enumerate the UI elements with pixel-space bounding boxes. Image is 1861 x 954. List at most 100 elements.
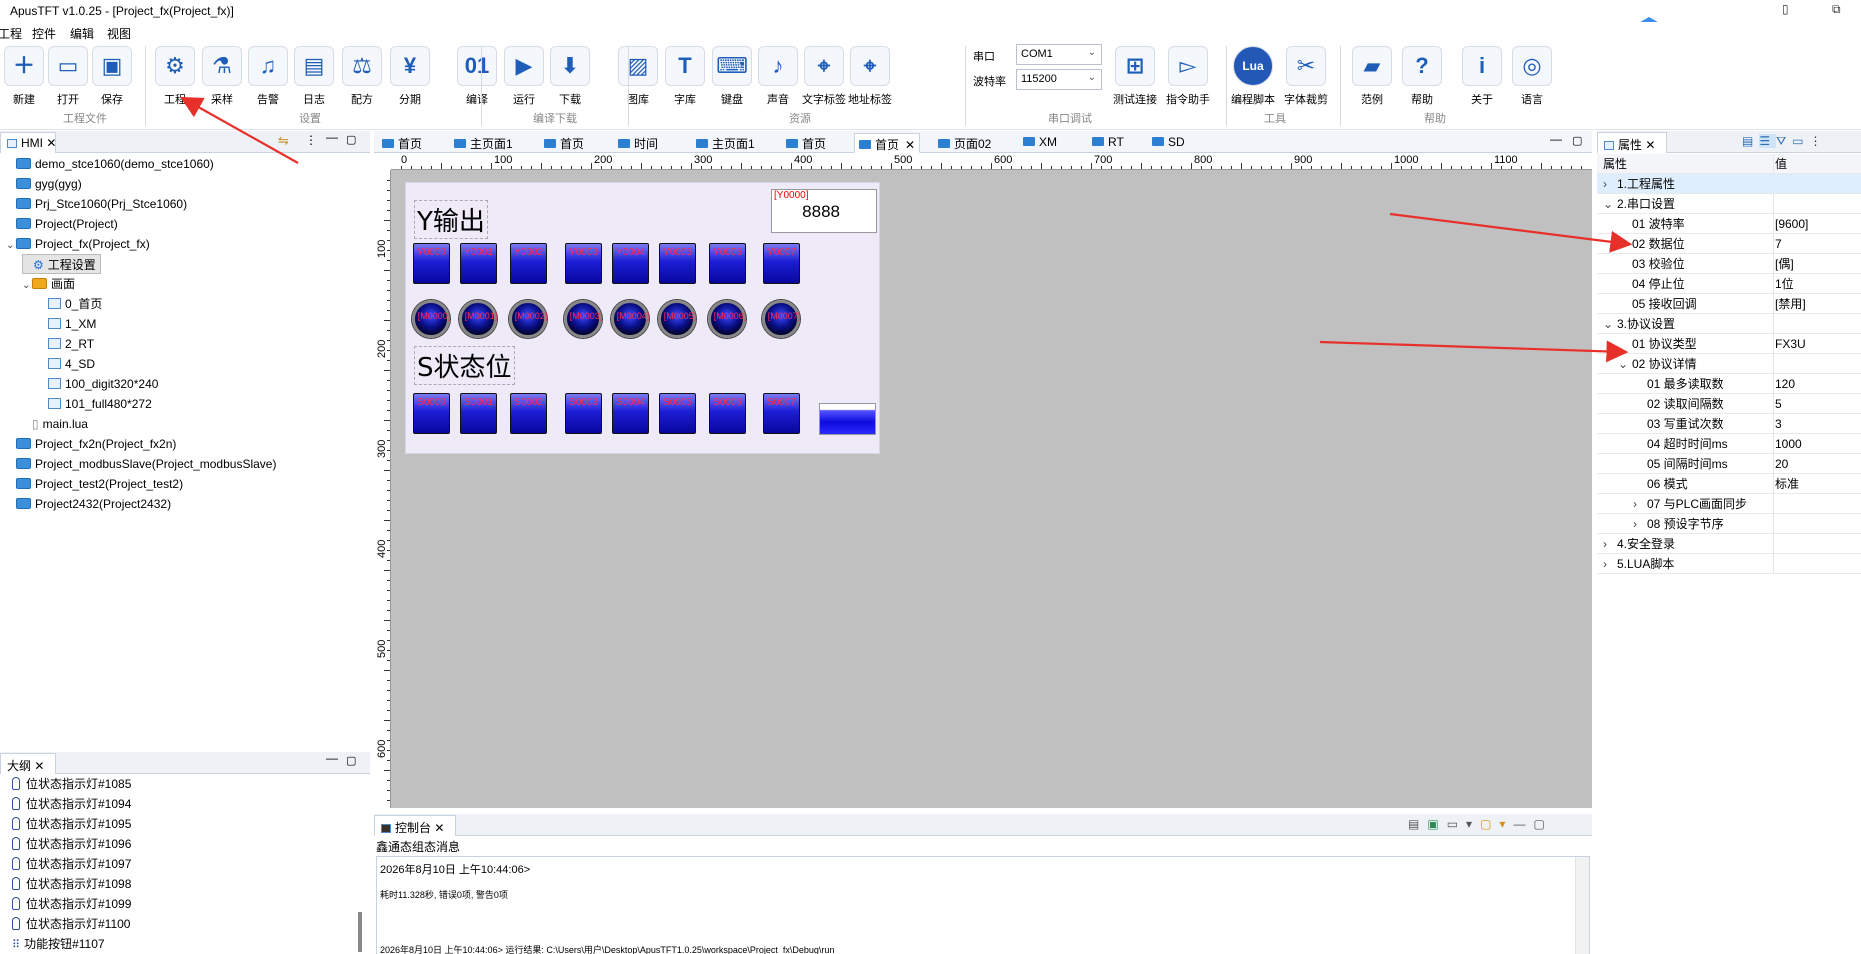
view-menu-icon[interactable]: ⋮ (305, 133, 317, 147)
minimize-console-icon[interactable]: — (1513, 817, 1533, 831)
menu-controls[interactable]: 控件 (32, 25, 56, 42)
y-output-button[interactable]: Y0001 (460, 243, 497, 284)
outline-item[interactable]: 位状态指示灯#1096 (12, 834, 131, 854)
property-value[interactable]: 3 (1775, 414, 1782, 434)
y-output-button[interactable]: Y0005 (659, 243, 696, 284)
toolbar-button-20[interactable]: ▻ 指令助手 (1164, 44, 1212, 106)
baud-rate-select[interactable]: 115200 ⌄ (1016, 69, 1102, 90)
editor-tab[interactable]: 主页面1 (692, 133, 759, 153)
property-row[interactable]: ⌄ 02 协议详情 (1597, 354, 1861, 374)
expand-caret-icon[interactable]: ⌄ (22, 276, 32, 296)
tab-hmi[interactable]: HMI ✕ (0, 132, 56, 153)
editor-tab[interactable]: XM (1019, 133, 1061, 153)
s-status-button[interactable]: S0003 (565, 393, 602, 434)
s-status-button[interactable]: S0001 (460, 393, 497, 434)
tree-item[interactable]: 2_RT (38, 334, 94, 354)
editor-tab[interactable]: 首页 (782, 133, 830, 153)
property-value[interactable]: 1000 (1775, 434, 1802, 454)
toolbar-button-8[interactable]: ⚖ 配方 (338, 44, 386, 106)
property-value[interactable]: 标准 (1775, 474, 1799, 494)
y-output-button[interactable]: Y0006 (709, 243, 746, 284)
tab-console[interactable]: 控制台 ✕ (374, 815, 456, 836)
bit-status-lamp[interactable]: [M0007] (762, 300, 800, 338)
s-status-button[interactable]: S0000 (413, 393, 450, 434)
tree-item[interactable]: ⌄ 画面 (22, 274, 75, 294)
property-value[interactable]: [禁用] (1775, 294, 1806, 314)
bit-status-lamp[interactable]: [M0006] (708, 300, 746, 338)
toolbar-button-7[interactable]: ▤ 日志 (290, 44, 338, 106)
toolbar-button-9[interactable]: ¥ 分期 (386, 44, 434, 106)
pin-properties-icon[interactable]: ▤ (1742, 134, 1759, 148)
maximize-console-icon[interactable]: ▢ (1533, 817, 1552, 831)
toolbar-button-24[interactable]: ? 帮助 (1398, 44, 1446, 106)
editor-tab[interactable]: 首页 ✕ (854, 133, 921, 153)
toolbar-button-18[interactable]: ⌖ 地址标签 (846, 44, 894, 106)
number-display[interactable]: [Y0000] 8888 (771, 189, 877, 233)
s-status-button[interactable]: S0007 (763, 393, 800, 434)
toolbar-button-26[interactable]: ◎ 语言 (1508, 44, 1556, 106)
tree-item[interactable]: ▯ main.lua (22, 414, 88, 434)
expand-caret-icon[interactable]: › (1603, 534, 1617, 554)
tab-outline[interactable]: 大纲 ✕ (0, 753, 56, 774)
property-value[interactable]: 120 (1775, 374, 1795, 394)
expand-caret-icon[interactable]: ⌄ (1603, 314, 1617, 334)
property-row[interactable]: ⌄ 3.协议设置 (1597, 314, 1861, 334)
serial-port-select[interactable]: COM1 ⌄ (1016, 44, 1102, 65)
tree-item[interactable]: ⚙ 工程设置 (22, 254, 101, 274)
tree-item[interactable]: demo_stce1060(demo_stce1060) (6, 154, 214, 174)
maximize-panel-icon[interactable]: ▢ (346, 133, 356, 146)
menu-view[interactable]: 视图 (107, 25, 131, 42)
toolbar-button-21[interactable]: Lua 编程脚本 (1229, 44, 1277, 106)
y-output-button[interactable]: Y0004 (612, 243, 649, 284)
property-value[interactable]: 5 (1775, 394, 1782, 414)
bit-status-lamp[interactable]: [M0000] (412, 300, 450, 338)
tree-item[interactable]: 101_full480*272 (38, 394, 152, 414)
menu-edit[interactable]: 编辑 (70, 25, 94, 42)
property-row[interactable]: 01 波特率 [9600] (1597, 214, 1861, 234)
function-button[interactable] (819, 403, 876, 435)
maximize-outline-icon[interactable]: ▢ (346, 754, 356, 767)
outline-item[interactable]: ⠿ 功能按钮#1107 (12, 934, 105, 954)
console-scrollbar[interactable] (1575, 857, 1589, 954)
minimize-panel-icon[interactable]: — (326, 130, 338, 144)
property-row[interactable]: 01 协议类型 FX3U (1597, 334, 1861, 354)
tree-item[interactable]: Project(Project) (6, 214, 118, 234)
bit-status-lamp[interactable]: [M0004] (611, 300, 649, 338)
restore-defaults-icon[interactable]: ▭ (1792, 134, 1809, 148)
s-status-button[interactable]: S0002 (510, 393, 547, 434)
menu-project[interactable]: 工程 (0, 25, 22, 42)
outline-item[interactable]: 位状态指示灯#1095 (12, 814, 131, 834)
expand-caret-icon[interactable]: ⌄ (1603, 194, 1617, 214)
property-row[interactable]: 03 校验位 [偶] (1597, 254, 1861, 274)
property-value[interactable]: [9600] (1775, 214, 1808, 234)
outline-scrollbar[interactable] (358, 912, 362, 952)
toolbar-button-3[interactable]: ▣ 保存 (88, 44, 136, 106)
s-status-button[interactable]: S0004 (612, 393, 649, 434)
editor-tab[interactable]: 主页面1 (450, 133, 517, 153)
outline-item[interactable]: 位状态指示灯#1097 (12, 854, 131, 874)
toolbar-button-23[interactable]: ▰ 范例 (1348, 44, 1396, 106)
property-row[interactable]: 06 模式 标准 (1597, 474, 1861, 494)
link-editor-icon[interactable]: ⇋ (278, 133, 289, 149)
property-row[interactable]: 02 读取间隔数 5 (1597, 394, 1861, 414)
tree-item[interactable]: 0_首页 (38, 294, 102, 314)
property-row[interactable]: 04 停止位 1位 (1597, 274, 1861, 294)
outline-item[interactable]: 位状态指示灯#1099 (12, 894, 131, 914)
tree-item[interactable]: ⌄ Project_fx(Project_fx) (6, 234, 150, 254)
tree-item[interactable]: gyg(gyg) (6, 174, 82, 194)
outline-item[interactable]: 位状态指示灯#1094 (12, 794, 131, 814)
property-row[interactable]: 03 写重试次数 3 (1597, 414, 1861, 434)
property-row[interactable]: › 07 与PLC画面同步 (1597, 494, 1861, 514)
bit-status-lamp[interactable]: [M0003] (564, 300, 602, 338)
expand-caret-icon[interactable]: › (1603, 554, 1617, 574)
display-console-icon[interactable]: ▭▾ (1447, 817, 1480, 831)
editor-tab[interactable]: RT (1088, 133, 1128, 153)
toolbar-button-19[interactable]: ⊞ 测试连接 (1111, 44, 1159, 106)
tree-item[interactable]: Project_test2(Project_test2) (6, 474, 183, 494)
property-value[interactable]: FX3U (1775, 334, 1806, 354)
clear-console-icon[interactable]: ▤ (1408, 817, 1427, 831)
y-output-label[interactable]: Y输出 (414, 200, 488, 239)
expand-caret-icon[interactable]: ⌄ (1618, 354, 1632, 374)
property-row[interactable]: ⌄ 2.串口设置 (1597, 194, 1861, 214)
tree-item[interactable]: Project_fx2n(Project_fx2n) (6, 434, 176, 454)
